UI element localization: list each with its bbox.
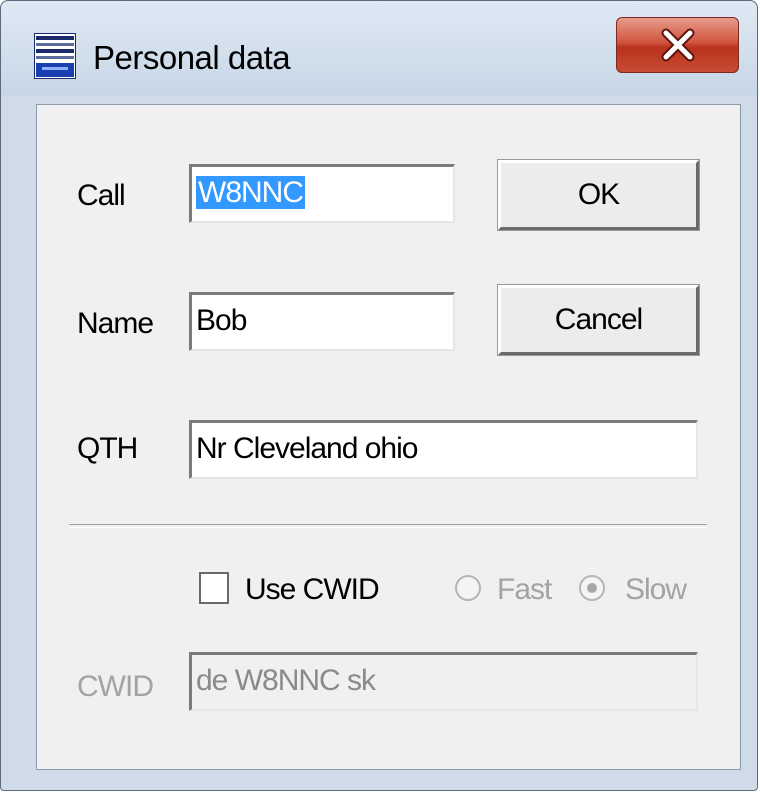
- window-title: Personal data: [93, 39, 291, 76]
- close-button[interactable]: [616, 17, 739, 73]
- name-label: Name: [77, 307, 154, 340]
- app-icon: [34, 33, 76, 79]
- separator: [69, 524, 707, 528]
- fast-label[interactable]: Fast: [497, 573, 552, 607]
- cwid-label: CWID: [77, 670, 154, 703]
- use-cwid-label[interactable]: Use CWID: [245, 573, 380, 607]
- call-label: Call: [77, 179, 126, 212]
- cwid-input[interactable]: de W8NNC sk: [189, 652, 698, 711]
- slow-radio[interactable]: [579, 575, 605, 601]
- close-icon: [661, 28, 694, 62]
- name-input[interactable]: Bob: [189, 292, 455, 351]
- qth-label: QTH: [77, 432, 138, 465]
- ok-button[interactable]: OK: [497, 159, 700, 231]
- cancel-button[interactable]: Cancel: [497, 284, 700, 356]
- use-cwid-checkbox[interactable]: [199, 572, 229, 604]
- fast-radio[interactable]: [455, 575, 481, 601]
- dialog-client-area: Call W8NNC Name Bob QTH Nr Cleveland ohi…: [36, 104, 741, 770]
- slow-radio-dot: [587, 583, 597, 593]
- personal-data-dialog: Personal data Call W8NNC Name Bob QTH Nr…: [0, 0, 758, 791]
- slow-label[interactable]: Slow: [625, 573, 687, 607]
- call-value: W8NNC: [196, 176, 305, 209]
- call-input[interactable]: W8NNC: [189, 164, 455, 223]
- qth-input[interactable]: Nr Cleveland ohio: [189, 420, 698, 479]
- title-bar[interactable]: Personal data: [1, 1, 757, 96]
